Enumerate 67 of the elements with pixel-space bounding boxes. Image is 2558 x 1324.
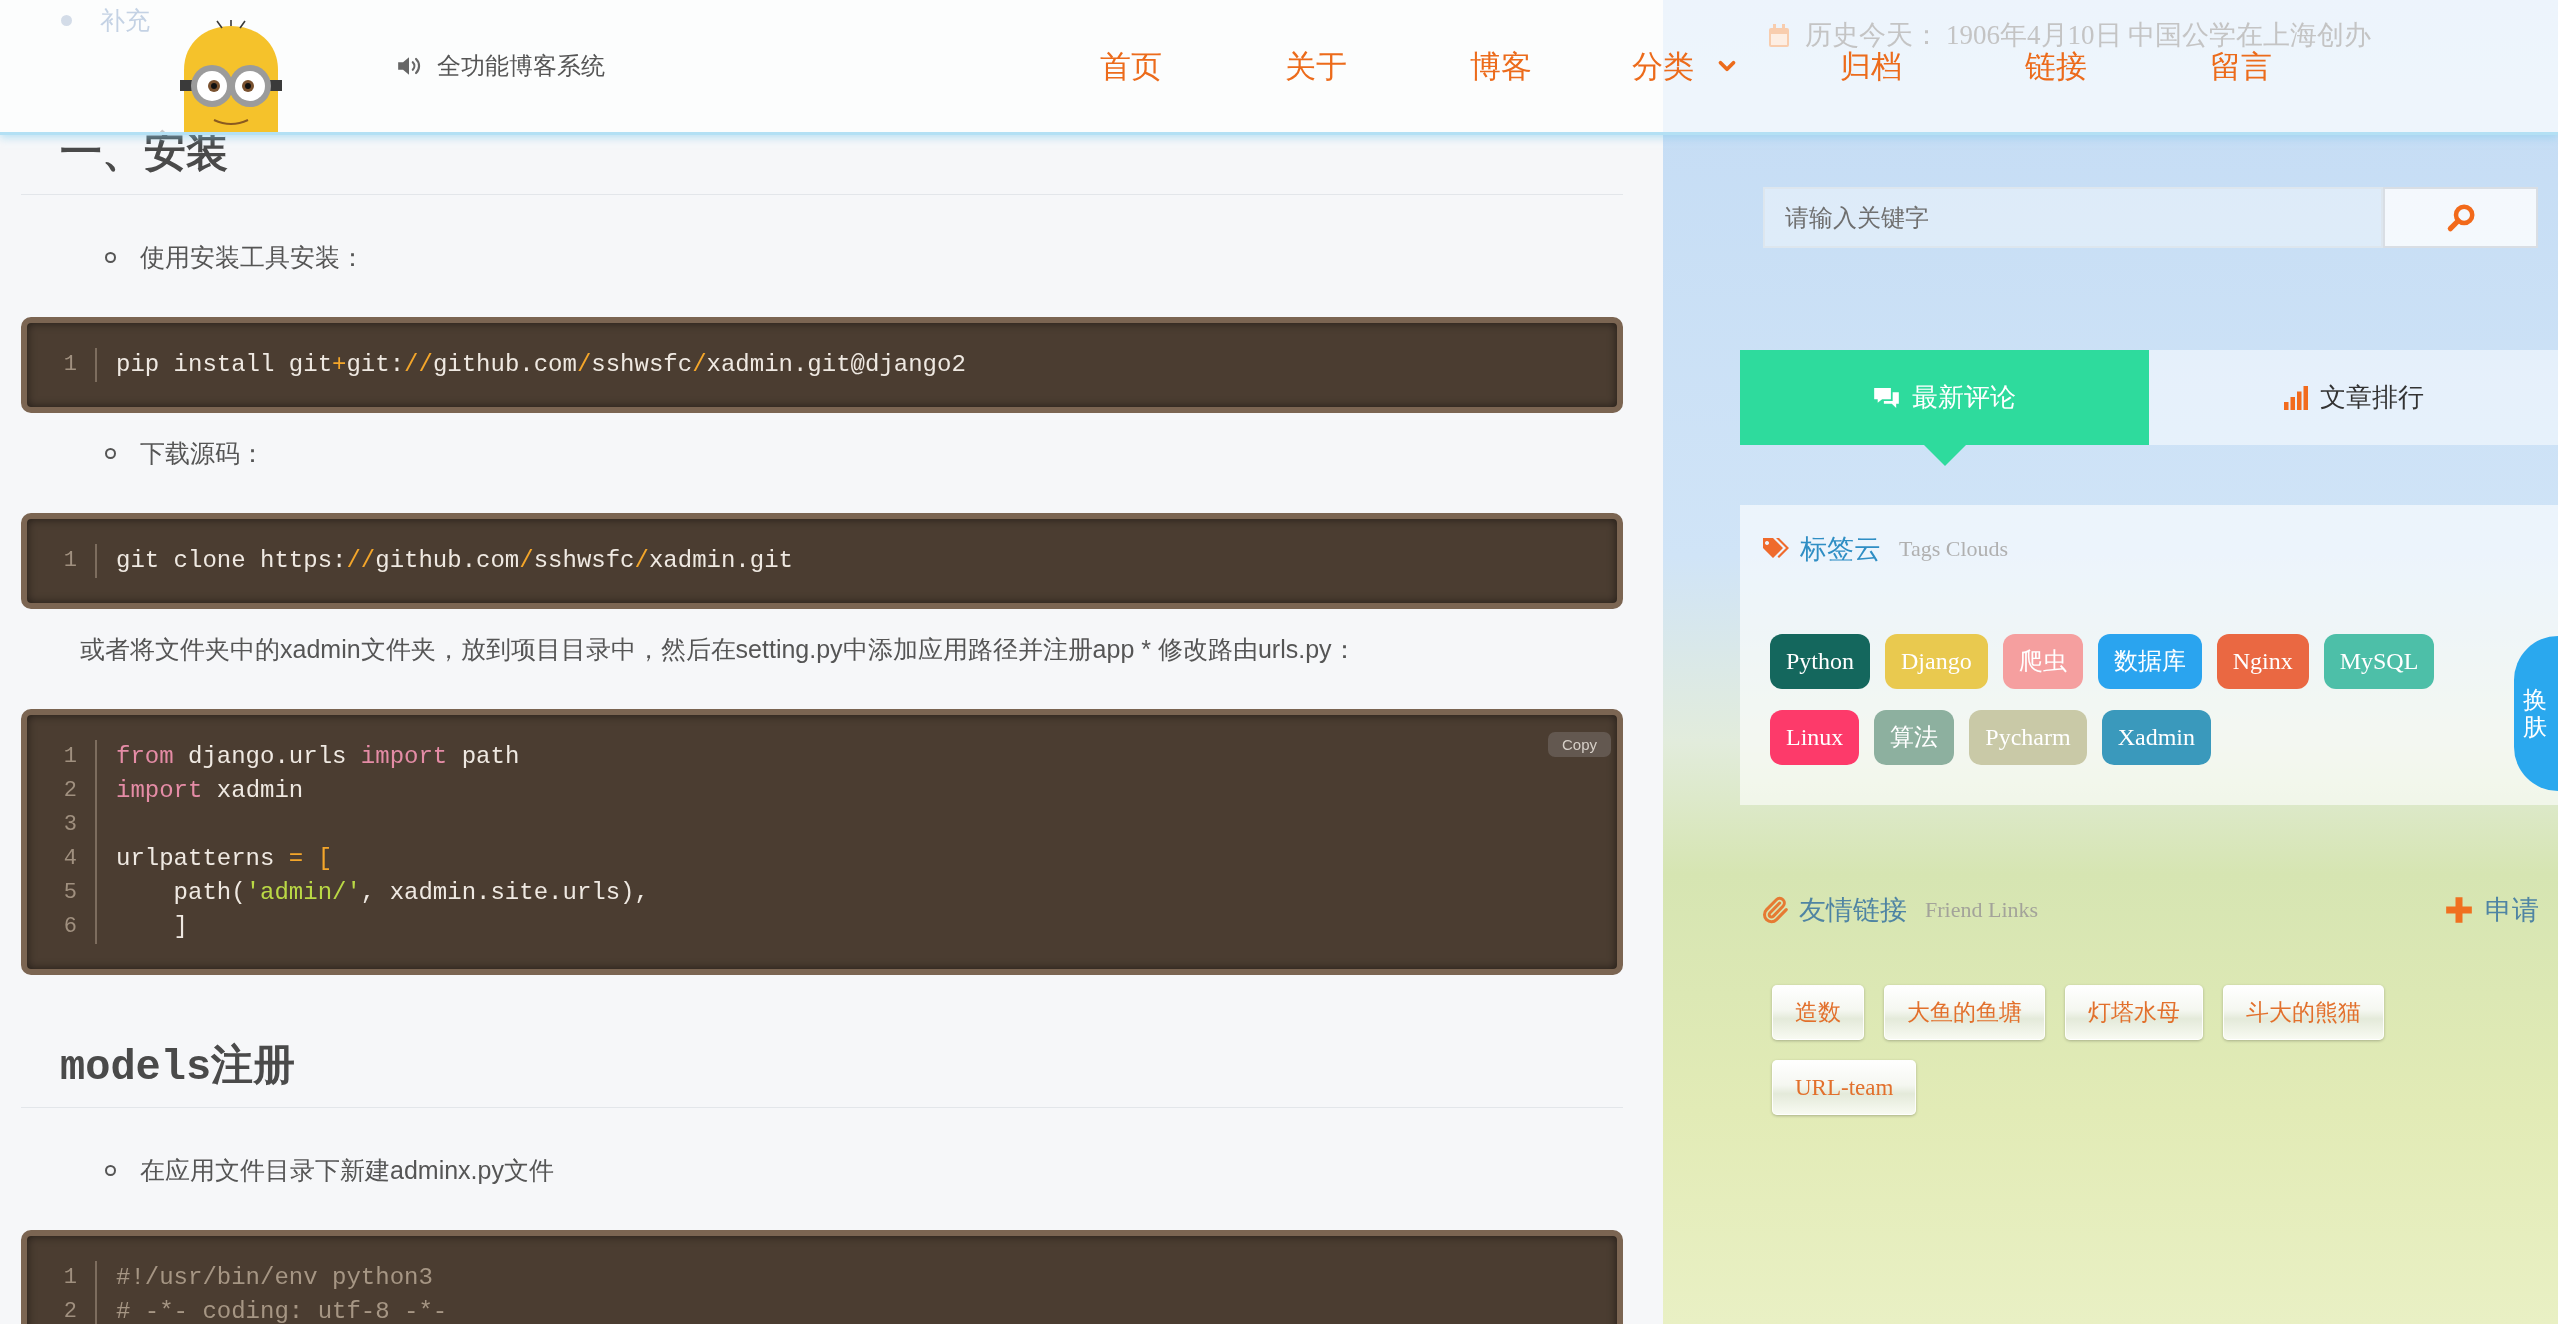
tag-link[interactable]: Django bbox=[1885, 634, 1988, 689]
line-number: 5 bbox=[27, 876, 97, 910]
nav-link[interactable]: 首页 bbox=[1099, 50, 1162, 82]
code-line: git clone https://github.com/sshwsfc/xadmin.git bbox=[115, 546, 793, 576]
friend-link[interactable]: 造数 bbox=[1772, 985, 1864, 1040]
line-number: 2 bbox=[27, 774, 97, 808]
friend-link[interactable]: 斗大的熊猫 bbox=[2223, 985, 2384, 1040]
line-number: 1 bbox=[27, 740, 97, 774]
tag-link[interactable]: Python bbox=[1770, 634, 1870, 689]
apply-link[interactable]: 申请 bbox=[2445, 892, 2539, 928]
tag-link[interactable]: 爬虫 bbox=[2002, 634, 2083, 689]
code-line: import xadmin bbox=[115, 776, 304, 806]
tag-link[interactable]: MySQL bbox=[2323, 634, 2435, 689]
copy-button[interactable]: Copy bbox=[1548, 732, 1611, 757]
nav-link[interactable]: 留言 bbox=[2209, 50, 2272, 82]
tag-link[interactable]: Pycharm bbox=[1969, 710, 2087, 765]
site-title: 全功能博客系统 bbox=[437, 51, 605, 81]
code-line: #!/usr/bin/env python3 bbox=[115, 1263, 433, 1293]
tag-link[interactable]: 数据库 bbox=[2097, 634, 2202, 689]
code-line: pip install git+git://github.com/sshwsfc/xadmin.git@django2 bbox=[115, 350, 966, 380]
tag-link[interactable]: Xadmin bbox=[2101, 710, 2211, 765]
paragraph: 或者将文件夹中的xadmin文件夹，放到项目目录中，然后在setting.py中添加应用路径并注册app * 修改路由urls.py： bbox=[79, 634, 1358, 665]
calendar-icon bbox=[1768, 23, 1790, 48]
section-heading: models注册 bbox=[60, 1043, 296, 1093]
list-item-text: 使用安装工具安装： bbox=[140, 242, 365, 273]
friend-link[interactable]: URL-team bbox=[1772, 1060, 1917, 1115]
nav-dropdown[interactable]: 分类 bbox=[1631, 50, 1740, 82]
code-line: from django.urls import path bbox=[115, 742, 520, 772]
nav-link[interactable]: 链接 bbox=[2024, 50, 2087, 82]
nav-link[interactable]: 归档 bbox=[1839, 50, 1902, 82]
list-item-text: 下载源码： bbox=[140, 438, 265, 469]
bar-chart-icon bbox=[2283, 385, 2308, 410]
code-line: path('admin/', xadmin.site.urls), bbox=[172, 878, 649, 908]
search-field[interactable]: 请输入关键字 bbox=[1763, 187, 2383, 248]
line-number: 3 bbox=[27, 808, 97, 842]
line-number: 2 bbox=[27, 1295, 97, 1324]
line-number: 1 bbox=[27, 348, 97, 382]
panel-title: 标签云 bbox=[1800, 533, 1881, 566]
list-item-link[interactable]: 补充 bbox=[100, 2, 150, 38]
paperclip-icon bbox=[1761, 895, 1789, 925]
line-number: 4 bbox=[27, 842, 97, 876]
nav-link[interactable]: 关于 bbox=[1284, 50, 1347, 82]
tag-link[interactable]: Linux bbox=[1770, 710, 1860, 765]
code-line: ] bbox=[172, 912, 188, 942]
speech-bubbles-icon bbox=[1873, 386, 1900, 409]
nav-link[interactable]: 博客 bbox=[1469, 50, 1532, 82]
code-line: urlpatterns = [ bbox=[115, 844, 333, 874]
friend-link[interactable]: 大鱼的鱼塘 bbox=[1884, 985, 2045, 1040]
list-item-text: 在应用文件目录下新建adminx.py文件 bbox=[140, 1155, 554, 1186]
tab-pointer-icon bbox=[1923, 445, 1966, 466]
friend-link[interactable]: 灯塔水母 bbox=[2065, 985, 2203, 1040]
panel-subtitle: Friend Links bbox=[1925, 896, 2039, 924]
search-icon bbox=[2445, 202, 2476, 233]
history-text: 1906年4月10日 中国公学在上海创办 bbox=[1946, 22, 2372, 49]
sidebar-tab[interactable]: 文章排行 bbox=[2149, 350, 2558, 445]
plus-icon bbox=[2445, 896, 2473, 924]
panel-title: 友情链接 bbox=[1799, 894, 1907, 927]
line-number: 1 bbox=[27, 544, 97, 578]
line-number: 6 bbox=[27, 910, 97, 944]
line-number: 1 bbox=[27, 1261, 97, 1295]
history-label: 历史今天： bbox=[1805, 22, 1940, 49]
code-line: # -*- coding: utf-8 -*- bbox=[115, 1297, 448, 1324]
tag-link[interactable]: 算法 bbox=[1874, 710, 1955, 765]
panel-subtitle: Tags Clouds bbox=[1899, 535, 2009, 563]
search-button[interactable] bbox=[2383, 187, 2538, 248]
tag-link[interactable]: Nginx bbox=[2216, 634, 2309, 689]
sidebar-tab[interactable]: 最新评论 bbox=[1740, 350, 2149, 445]
